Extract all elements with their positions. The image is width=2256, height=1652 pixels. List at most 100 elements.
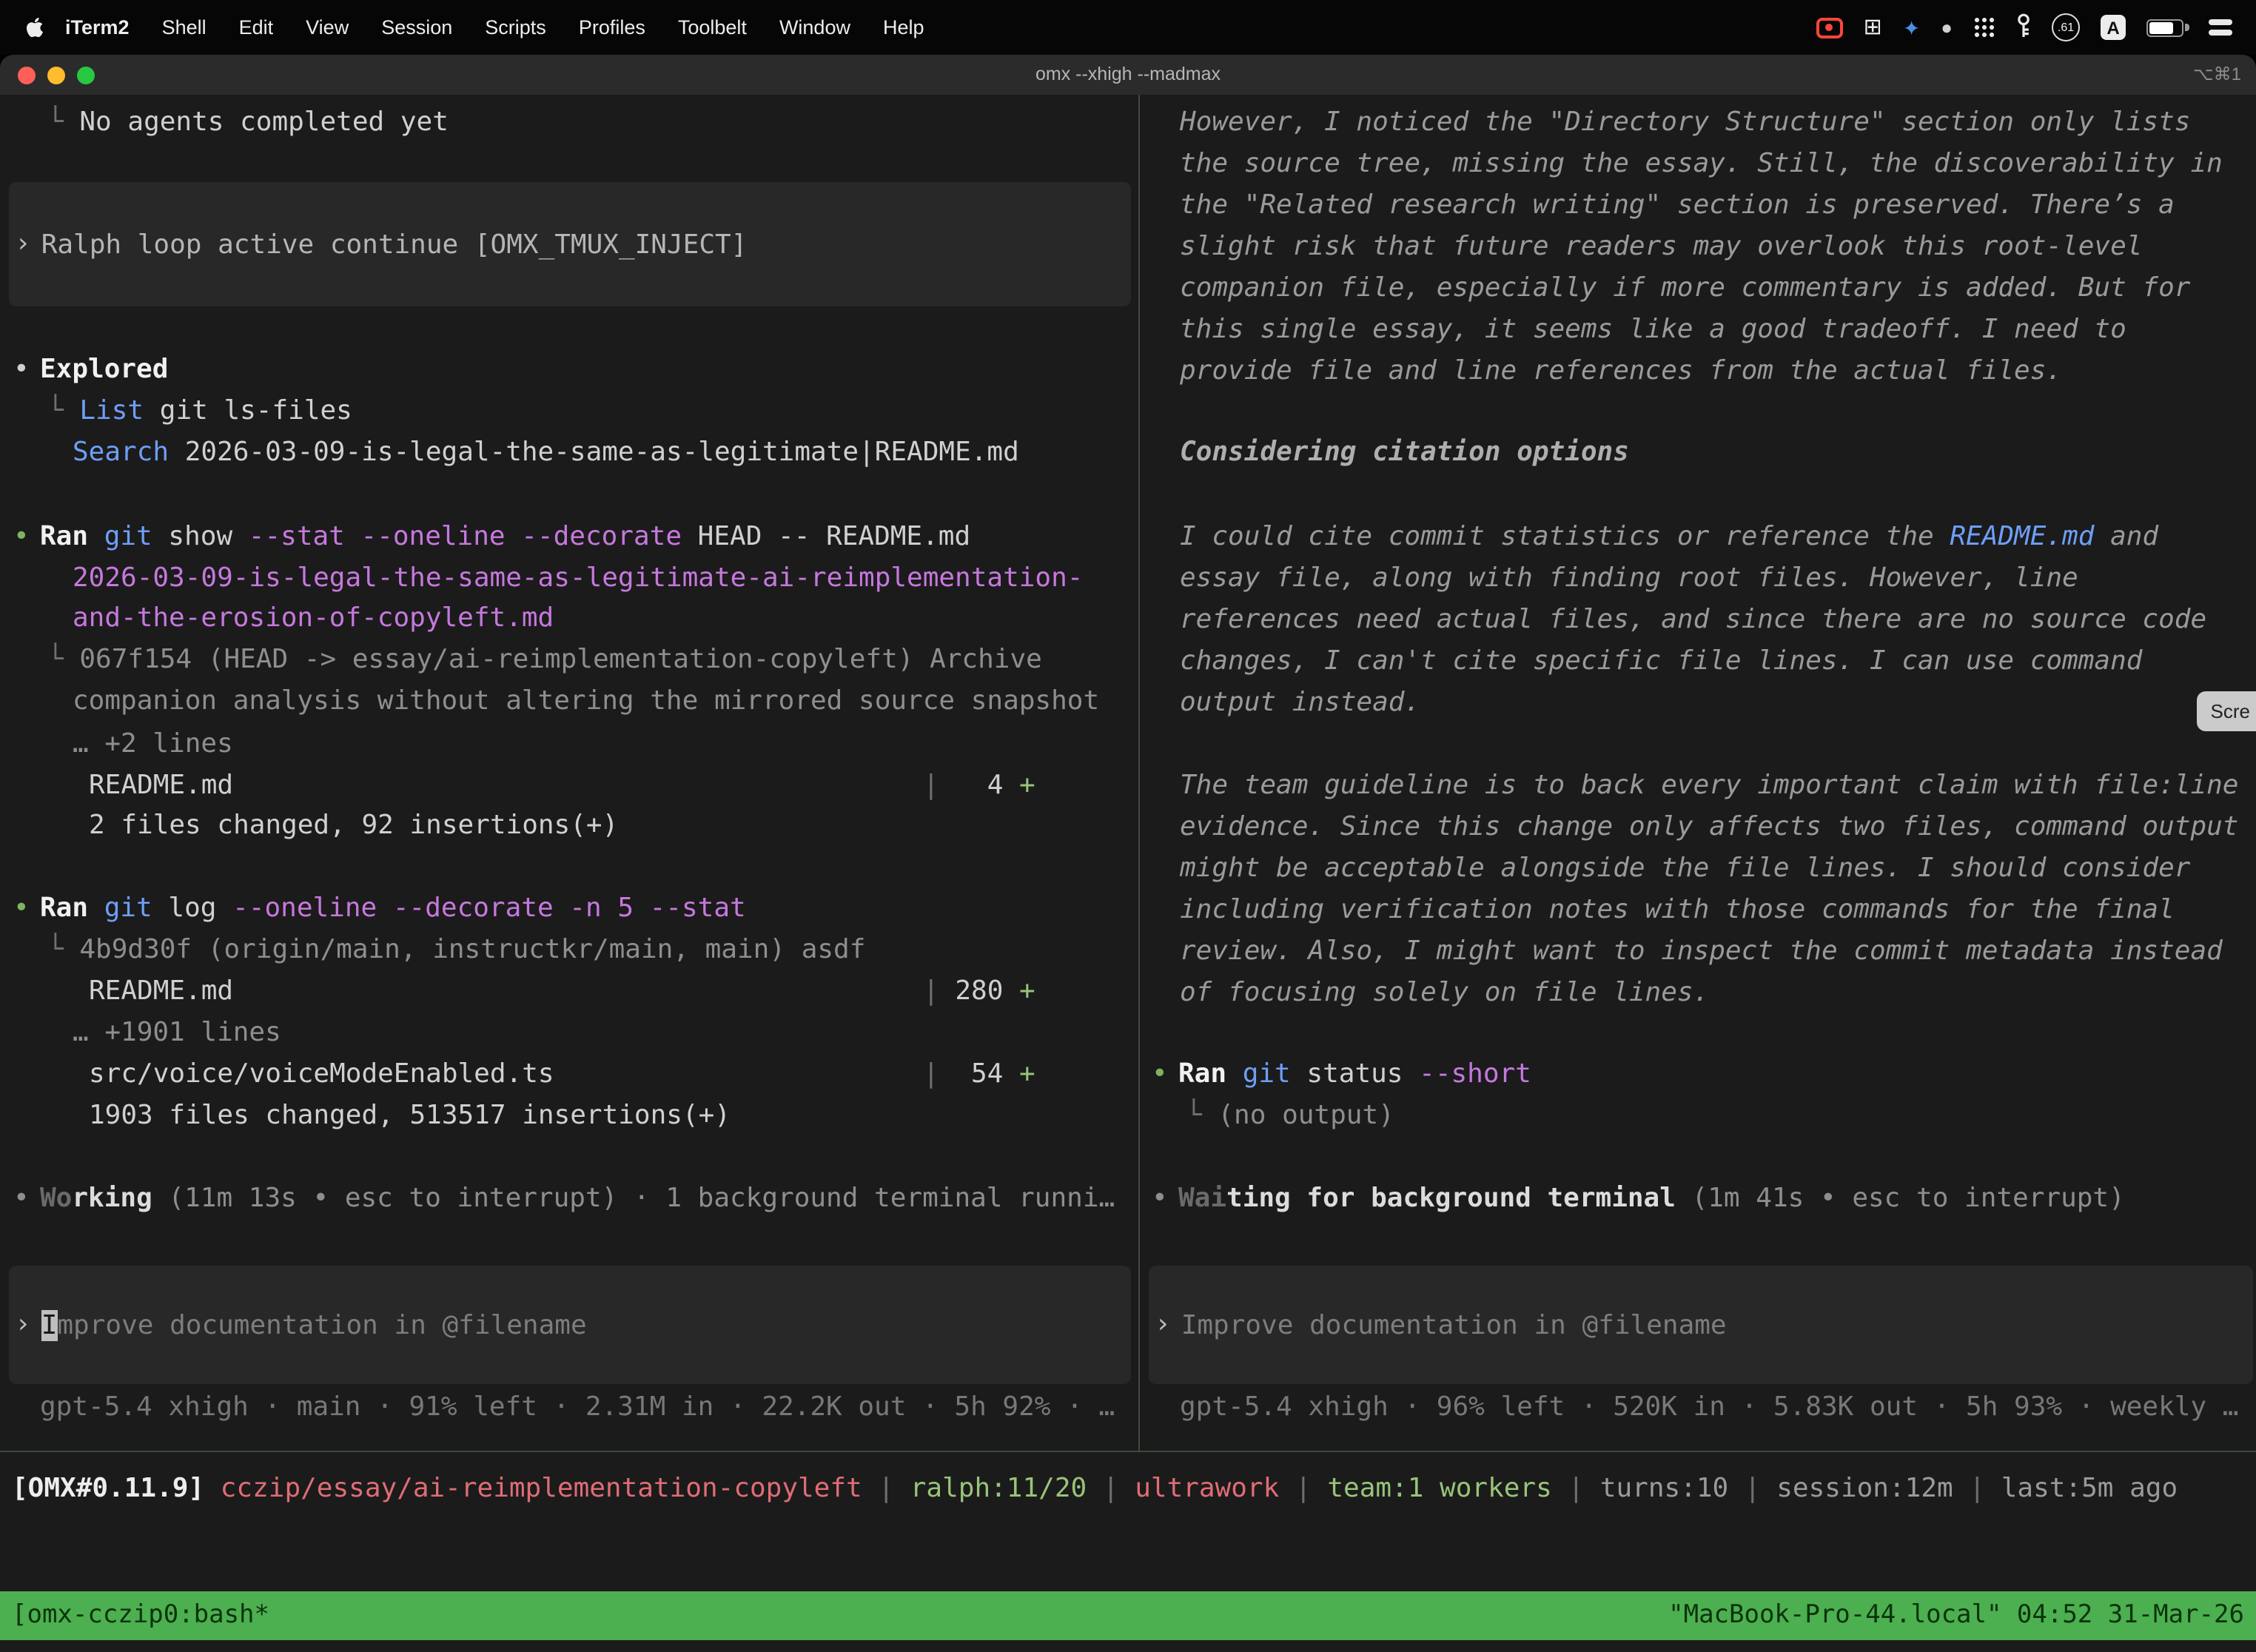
- menu-help[interactable]: Help: [867, 0, 941, 55]
- stat-file: README.md: [89, 765, 923, 807]
- diff-stat-row: README.md|4+: [89, 765, 1035, 807]
- stat-separator: |: [923, 976, 939, 1007]
- diff-stat-row: README.md| 280 +: [89, 971, 1035, 1013]
- explored-list-line: └ List git ls-files: [47, 391, 352, 432]
- omx-version: [OMX#0.11.9]: [12, 1473, 204, 1504]
- omx-mode: ultrawork: [1135, 1473, 1279, 1504]
- menu-edit[interactable]: Edit: [223, 0, 290, 55]
- list-keyword: List: [79, 395, 144, 426]
- window-titlebar[interactable]: omx --xhigh --madmax ⌥⌘1: [0, 55, 2256, 95]
- spark-icon[interactable]: ✦: [1903, 17, 1920, 38]
- control-center-icon[interactable]: [2209, 19, 2232, 36]
- commit-line-wrap: companion analysis without altering the …: [73, 681, 1099, 722]
- menu-window[interactable]: Window: [763, 0, 867, 55]
- working-detail: (11m 13s • esc to interrupt) · 1 backgro…: [152, 1183, 1115, 1214]
- left-pane[interactable]: └ No agents completed yet › Ralph loop ac…: [0, 95, 1138, 1451]
- readme-link[interactable]: README.md: [1950, 521, 2094, 552]
- no-output-line: └ (no output): [1186, 1095, 1394, 1137]
- git-flags: --stat --oneline --decorate: [232, 521, 682, 552]
- battery-percent-badge[interactable]: .61: [2052, 13, 2080, 41]
- diff-stat-row: src/voice/voiceModeEnabled.ts|54+: [89, 1054, 1035, 1095]
- prompt-input[interactable]: ›Improve documentation in @filename: [1149, 1266, 2253, 1384]
- omx-session: session:12m: [1776, 1473, 1953, 1504]
- battery-icon[interactable]: [2146, 19, 2183, 36]
- stat-plus: +: [1019, 976, 1035, 1007]
- git-subcommand: log: [152, 893, 217, 924]
- commit-line: └ 067f154 (HEAD -> essay/ai-reimplementa…: [47, 639, 1042, 681]
- truncated-lines-note: … +2 lines: [73, 724, 233, 765]
- menu-toolbelt[interactable]: Toolbelt: [662, 0, 763, 55]
- thinking-heading: Considering citation options: [1180, 432, 2249, 474]
- banner-prompt-icon: ›: [15, 224, 31, 265]
- window-shortcut-badge: ⌥⌘1: [2193, 55, 2241, 95]
- prompt-text: Improve documentation in @filename: [1181, 1309, 1727, 1340]
- omx-last: last:5m ago: [2001, 1473, 2178, 1504]
- stat-separator: |: [923, 770, 939, 801]
- stat-file: README.md: [89, 971, 923, 1013]
- git-keyword: git: [88, 521, 152, 552]
- search-keyword: Search: [73, 437, 169, 468]
- separator: |: [1552, 1473, 1600, 1504]
- tree-glyph: └: [47, 934, 79, 965]
- tree-glyph: └: [47, 107, 79, 138]
- waiting-label-dim: Wai: [1178, 1183, 1226, 1214]
- ran-label: Ran: [1178, 1058, 1226, 1089]
- prompt-input[interactable]: ›Improve documentation in @filename: [9, 1266, 1131, 1384]
- prompt-arrow-icon: ›: [15, 1304, 31, 1346]
- search-args: 2026-03-09-is-legal-the-same-as-legitima…: [169, 437, 1019, 468]
- waiting-detail: (1m 41s • esc to interrupt): [1676, 1183, 2125, 1214]
- ran-git-log-line: •Ran git log --oneline --decorate -n 5 -…: [13, 888, 746, 930]
- model-status-line: gpt-5.4 xhigh · main · 91% left · 2.31M …: [40, 1387, 1115, 1428]
- bullet-icon: •: [13, 517, 40, 558]
- stat-separator: |: [923, 1058, 939, 1089]
- working-label: rking: [72, 1183, 152, 1214]
- menu-shell[interactable]: Shell: [146, 0, 223, 55]
- banner-text: Ralph loop active continue [OMX_TMUX_INJ…: [41, 229, 748, 260]
- explored-header: •Explored: [13, 349, 168, 391]
- separator: |: [1279, 1473, 1327, 1504]
- grid-icon[interactable]: ⊞: [1864, 16, 1882, 38]
- commit-text: 067f154 (HEAD -> essay/ai-reimplementati…: [79, 644, 1041, 675]
- menu-session[interactable]: Session: [365, 0, 469, 55]
- menu-view[interactable]: View: [289, 0, 365, 55]
- log-commit-line: └ 4b9d30f (origin/main, instructkr/main,…: [47, 930, 865, 971]
- stat-file: src/voice/voiceModeEnabled.ts: [89, 1054, 923, 1095]
- stat-count: 280: [955, 971, 1003, 1013]
- omx-team: team:1 workers: [1327, 1473, 1551, 1504]
- agents-status-text: No agents completed yet: [79, 107, 449, 138]
- screen-recording-indicator-icon[interactable]: [1816, 17, 1843, 38]
- waiting-status-line: •Waiting for background terminal (1m 41s…: [1152, 1178, 2125, 1220]
- git-subcommand: show: [152, 521, 232, 552]
- tmux-host-time: "MacBook-Pro-44.local" 04:52 31-Mar-26: [1668, 1591, 2244, 1640]
- separator: |: [1728, 1473, 1776, 1504]
- thinking-paragraph-3: The team guideline is to back every impo…: [1180, 765, 2249, 1014]
- ran-git-status-line: •Ran git status --short: [1152, 1054, 1531, 1095]
- status-circle-icon[interactable]: ●: [1941, 18, 1953, 37]
- agents-status-line: └ No agents completed yet: [47, 102, 449, 144]
- macos-menubar: iTerm2 Shell Edit View Session Scripts P…: [0, 0, 2256, 55]
- omx-branch: cczip/essay/ai-reimplementation-copyleft: [221, 1473, 862, 1504]
- list-args: git ls-files: [144, 395, 352, 426]
- menu-scripts[interactable]: Scripts: [469, 0, 563, 55]
- right-pane[interactable]: However, I noticed the "Directory Struct…: [1140, 95, 2256, 1451]
- input-source-icon[interactable]: A: [2101, 15, 2126, 40]
- window-title: omx --xhigh --madmax: [0, 55, 2256, 95]
- bullet-icon: •: [13, 888, 40, 930]
- key-icon[interactable]: [2016, 13, 2031, 42]
- menu-profiles[interactable]: Profiles: [563, 0, 662, 55]
- pane-bottom-border: [0, 1451, 2256, 1452]
- git-args: HEAD -- README.md: [682, 521, 970, 552]
- git-flags: --oneline --decorate -n 5 --stat: [216, 893, 745, 924]
- ran-label: Ran: [40, 893, 88, 924]
- separator: |: [1953, 1473, 2001, 1504]
- stat-count: 54: [955, 1054, 1003, 1095]
- menu-app-name[interactable]: iTerm2: [65, 0, 146, 55]
- bullet-icon: •: [13, 1178, 40, 1220]
- git-subcommand: status: [1291, 1058, 1403, 1089]
- dots-grid-icon[interactable]: [1973, 16, 1995, 38]
- apple-menu-icon[interactable]: [25, 16, 44, 38]
- explored-title: Explored: [40, 354, 168, 385]
- truncated-lines-note: … +1901 lines: [73, 1013, 281, 1054]
- tree-glyph: └: [47, 395, 79, 426]
- terminal-body: └ No agents completed yet › Ralph loop ac…: [0, 95, 2256, 1652]
